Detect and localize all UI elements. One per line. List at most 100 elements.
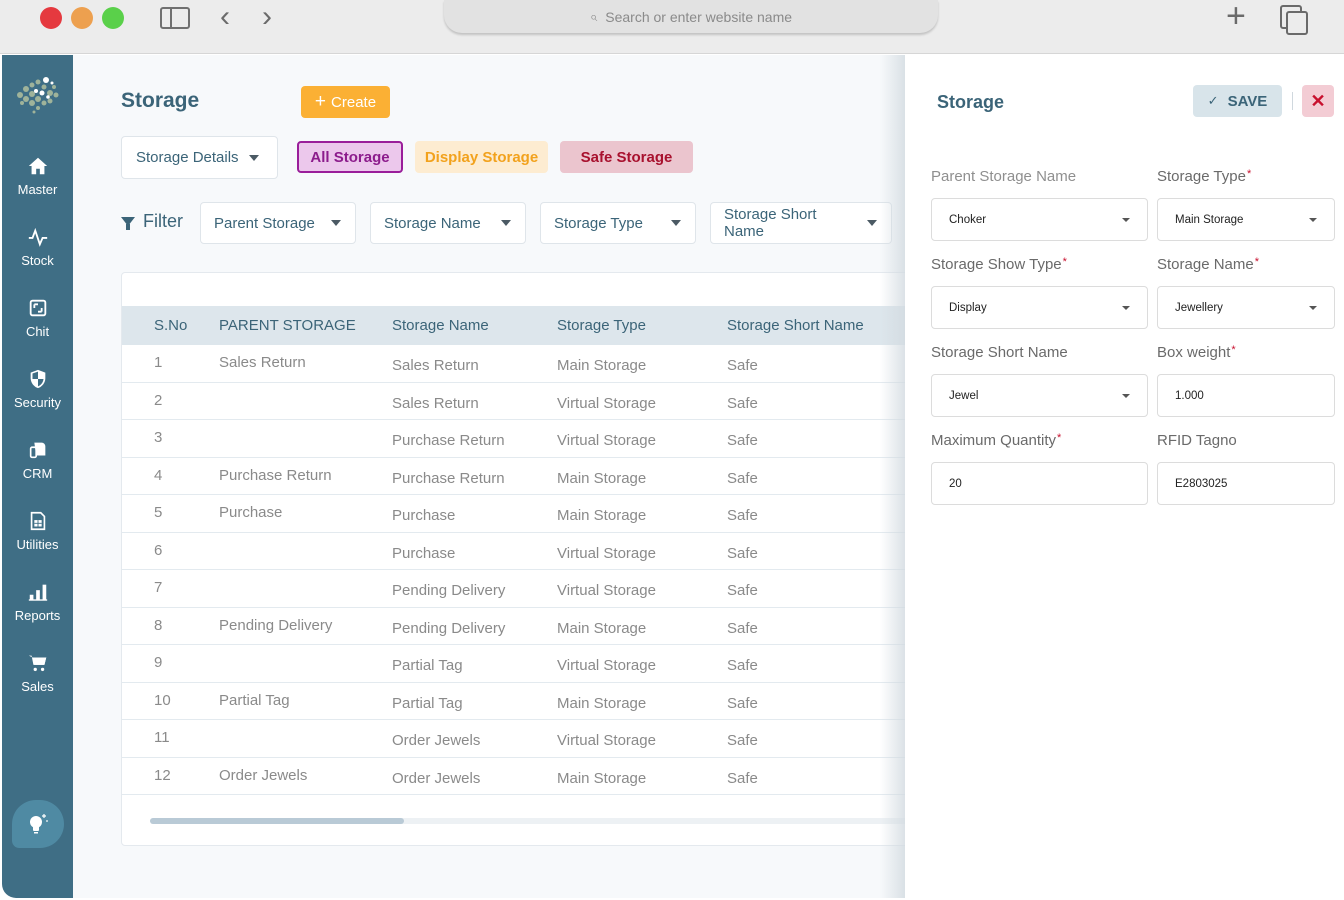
table-row[interactable]: 1 Sales Return Sales Return Main Storage Saf…: [122, 345, 920, 383]
sidebar-item-label: Reports: [14, 608, 61, 623]
sidebar-item-stock[interactable]: Stock: [2, 226, 73, 268]
ideas-button[interactable]: [12, 800, 64, 848]
filter-storage-type[interactable]: Storage Type: [540, 202, 696, 244]
close-button[interactable]: ✕: [1302, 85, 1334, 117]
tab-all-storage[interactable]: All Storage: [297, 141, 403, 173]
table-row[interactable]: 7 Pending Delivery Virtual Storage Safe: [122, 570, 920, 608]
sidebar-item-reports[interactable]: Reports: [2, 581, 73, 623]
sidebar-toggle-icon[interactable]: [160, 7, 190, 29]
cell-name: Order Jewels: [392, 769, 481, 787]
cell-parent: Purchase: [219, 504, 283, 521]
cell-parent: Pending Delivery: [219, 616, 333, 634]
column-header-storage-type[interactable]: Storage Type: [557, 317, 646, 334]
sidebar-item-label: Utilities: [16, 537, 59, 552]
filter-parent-storage[interactable]: Parent Storage: [200, 202, 356, 244]
sidebar-item-utilities[interactable]: Utilities: [2, 510, 73, 552]
window-minimize-button[interactable]: [71, 7, 93, 29]
sidebar-item-security[interactable]: Security: [2, 368, 73, 410]
sidebar-item-master[interactable]: Master: [2, 155, 73, 197]
table-row[interactable]: 8 Pending Delivery Pending Delivery Main St…: [122, 608, 920, 645]
select-value: Jewel: [949, 389, 979, 402]
cell-parent: Partial Tag: [219, 691, 290, 709]
cell-type: Main Storage: [557, 469, 647, 487]
panel-shadow: [880, 55, 905, 898]
new-tab-icon[interactable]: +: [1226, 0, 1246, 34]
cell-name: Purchase: [392, 544, 456, 562]
column-header-sno[interactable]: S.No: [154, 317, 187, 334]
sidebar-item-sales[interactable]: Sales: [2, 652, 73, 694]
storage-details-dropdown[interactable]: Storage Details: [121, 136, 278, 179]
select-value: Choker: [949, 213, 987, 226]
spreadsheet-icon: [2, 510, 73, 534]
panel-title: Storage: [937, 92, 1005, 112]
storage-form-panel: Storage ✓ SAVE ✕ Parent Storage Name Sto…: [905, 55, 1344, 898]
table-row[interactable]: 11 Order Jewels Virtual Storage Safe: [122, 720, 920, 758]
rfid-tagno-input[interactable]: E2803025: [1157, 462, 1335, 505]
table-row[interactable]: 6 Purchase Virtual Storage Safe: [122, 533, 920, 570]
cell-name: Sales Return: [392, 357, 479, 374]
cell-name: Purchase Return: [392, 432, 505, 449]
table-row[interactable]: 5 Purchase Purchase Main Storage Safe: [122, 495, 920, 533]
lightbulb-icon: [30, 814, 48, 834]
table-row[interactable]: 12 Order Jewels Order Jewels Main Storage Sa…: [122, 758, 920, 795]
tab-safe-storage[interactable]: Safe Storage: [560, 141, 693, 173]
cell-type: Virtual Storage: [557, 432, 656, 449]
forward-icon[interactable]: ›: [262, 0, 272, 34]
url-placeholder: Search or enter website name: [605, 8, 793, 25]
parent-storage-name-select[interactable]: Choker: [931, 198, 1148, 241]
sidebar-item-label: CRM: [22, 466, 53, 481]
cell-name: Pending Delivery: [392, 619, 506, 637]
table-row[interactable]: 10 Partial Tag Partial Tag Main Storage Safe: [122, 683, 920, 720]
storage-type-label: Storage Type*: [1157, 168, 1252, 185]
sidebar-item-crm[interactable]: CRM: [2, 439, 73, 481]
select-value: Display: [949, 301, 987, 314]
window-close-button[interactable]: [40, 7, 62, 29]
column-header-storage-short-name[interactable]: Storage Short Name: [727, 317, 864, 334]
box-weight-label: Box weight*: [1157, 344, 1236, 361]
table-row[interactable]: 9 Partial Tag Virtual Storage Safe: [122, 645, 920, 683]
app-sidebar: Master Stock Chit Security CRM Utilities…: [2, 55, 73, 898]
caret-down-icon: [331, 220, 341, 226]
column-header-parent-storage[interactable]: PARENT STORAGE: [219, 317, 356, 334]
tab-label: Display Storage: [424, 148, 539, 166]
sidebar-item-label: Chit: [25, 324, 50, 339]
plus-icon: +: [314, 91, 327, 112]
table-row[interactable]: 4 Purchase Return Purchase Return Main Stor…: [122, 458, 920, 495]
maximum-quantity-input[interactable]: 20: [931, 462, 1148, 505]
storage-short-name-select[interactable]: Jewel: [931, 374, 1148, 417]
storage-type-select[interactable]: Main Storage: [1157, 198, 1335, 241]
filter-dropdown-label: Storage Short Name: [724, 206, 817, 240]
tab-label: All Storage: [310, 148, 390, 166]
rfid-tagno-label: RFID Tagno: [1157, 432, 1237, 449]
filter-storage-name[interactable]: Storage Name: [370, 202, 526, 244]
cell-type: Main Storage: [557, 769, 647, 787]
cell-short: Safe: [727, 507, 758, 524]
filter-storage-short-name[interactable]: Storage Short Name: [710, 202, 892, 244]
bar-chart-icon: [2, 581, 73, 605]
sidebar-item-chit[interactable]: Chit: [2, 297, 73, 339]
maximum-quantity-label: Maximum Quantity*: [931, 432, 1062, 449]
create-button[interactable]: + Create: [301, 86, 390, 118]
table-row[interactable]: 3 Purchase Return Virtual Storage Safe: [122, 420, 920, 458]
save-button[interactable]: ✓ SAVE: [1193, 85, 1282, 117]
storage-name-select[interactable]: Jewellery: [1157, 286, 1335, 329]
box-weight-input[interactable]: 1.000: [1157, 374, 1335, 417]
tab-display-storage[interactable]: Display Storage: [415, 141, 548, 173]
scrollbar-thumb[interactable]: [150, 818, 404, 824]
page-title: Storage: [121, 89, 200, 112]
url-bar[interactable]: ⌕ Search or enter website name: [444, 0, 938, 33]
window-maximize-button[interactable]: [102, 7, 124, 29]
divider: [1292, 92, 1293, 110]
column-header-storage-name[interactable]: Storage Name: [392, 317, 489, 334]
storage-table: S.No PARENT STORAGE Storage Name Storage…: [121, 272, 921, 846]
back-icon[interactable]: ‹: [220, 0, 230, 34]
main-content: Storage + Create Storage Details All Sto…: [73, 55, 921, 898]
storage-details-label: Storage Details: [136, 149, 239, 166]
storage-show-type-select[interactable]: Display: [931, 286, 1148, 329]
horizontal-scrollbar[interactable]: [150, 818, 920, 824]
tab-overview-icon[interactable]: [1280, 5, 1308, 35]
check-icon: ✓: [1207, 93, 1219, 108]
cell-sno: 7: [154, 579, 163, 596]
table-row[interactable]: 2 Sales Return Virtual Storage Safe: [122, 383, 920, 420]
cell-short: Safe: [727, 432, 758, 449]
